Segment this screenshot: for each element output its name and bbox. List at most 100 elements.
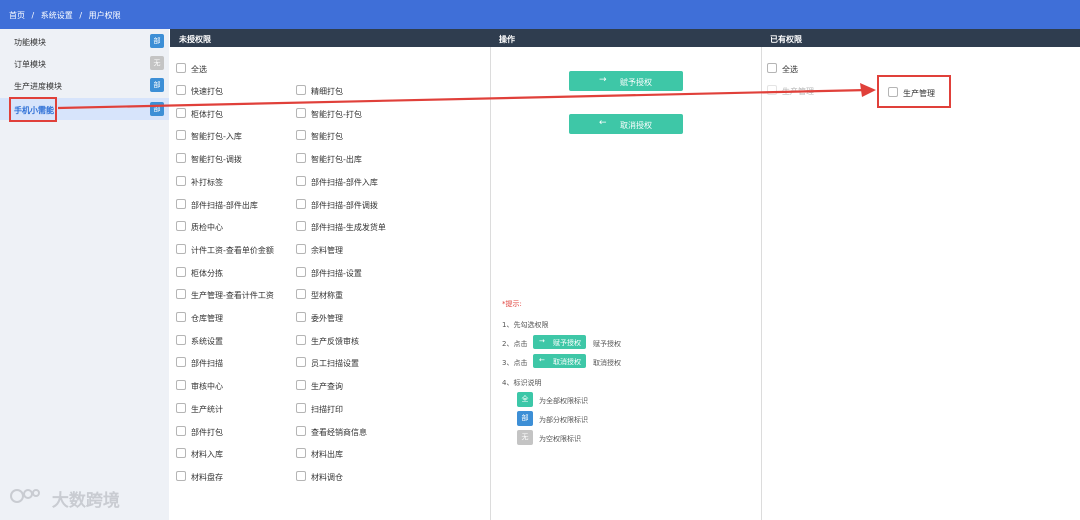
sidebar-item-production-progress-module[interactable]: 生产进度模块 部	[0, 74, 169, 96]
checkbox-label: 部件扫描-部件调拨	[311, 200, 378, 210]
checkbox-box[interactable]	[176, 175, 186, 186]
checkbox-label: 材料盘存	[191, 472, 223, 482]
checkbox-box[interactable]	[176, 266, 186, 277]
checkbox-box[interactable]	[296, 153, 306, 164]
checkbox-box[interactable]	[176, 130, 186, 141]
hint-step-1: 1、先勾选权限	[502, 321, 549, 329]
checkbox-label: 部件打包	[191, 427, 223, 437]
checkbox-box[interactable]	[296, 289, 306, 300]
legend-all-text: 为全部权限标识	[539, 397, 588, 405]
empty-permission-badge: 无	[150, 56, 164, 70]
arrow-right-icon: →	[599, 75, 607, 85]
checkbox-box[interactable]	[176, 243, 186, 254]
arrow-left-icon: ←	[599, 118, 607, 128]
top-bar: 首页 / 系统设置 / 用户权限	[0, 0, 1080, 29]
breadcrumb-user-permissions: 用户权限	[88, 11, 121, 20]
checkbox-box[interactable]	[296, 334, 306, 345]
checkbox-box[interactable]	[176, 312, 186, 322]
assigned-header: 已有权限	[761, 29, 1080, 47]
checkbox-label: 材料入库	[191, 450, 223, 460]
partial-permission-badge: 部	[150, 102, 164, 116]
checkbox-label: 智能打包-出库	[311, 155, 362, 165]
checkbox-label: 扫描打印	[311, 404, 343, 414]
hint-revoke-label: 取消授权	[553, 358, 581, 366]
checkbox-box[interactable]	[888, 87, 898, 97]
checkbox-box[interactable]	[176, 198, 186, 209]
hint-step-2-prefix: 2、点击	[502, 340, 528, 348]
watermark: 大数跨境	[8, 486, 120, 511]
checkbox-box[interactable]	[296, 85, 306, 95]
checkbox-label: 精细打包	[311, 87, 343, 96]
breadcrumb-system-settings[interactable]: 系统设置	[41, 11, 73, 20]
hint-step-2-suffix: 赋予授权	[593, 340, 621, 348]
sidebar-item-label: 订单模块	[14, 60, 46, 69]
sidebar-item-label: 生产进度模块	[14, 82, 62, 91]
checkbox-box[interactable]	[296, 107, 306, 118]
checkbox-box[interactable]	[176, 334, 186, 345]
checkbox-label: 系统设置	[191, 336, 223, 346]
hint-revoke-button: ← 取消授权	[533, 354, 586, 368]
checkbox-label: 部件扫描-部件入库	[311, 177, 378, 187]
checkbox-label: 员工扫描设置	[311, 359, 359, 369]
checkbox-box[interactable]	[296, 425, 306, 436]
checkbox-box[interactable]	[296, 221, 306, 232]
legend-partial-text: 为部分权限标识	[539, 416, 588, 424]
checkbox-box[interactable]	[767, 63, 777, 73]
checkbox-box[interactable]	[296, 266, 306, 277]
checkbox-box[interactable]	[176, 289, 186, 300]
hint-grant-label: 赋予授权	[553, 339, 581, 347]
sidebar-highlight-annotation	[9, 97, 57, 122]
sidebar-item-label: 功能模块	[14, 38, 46, 47]
checkbox-box[interactable]	[296, 312, 306, 322]
checkbox-label: 柜体分拣	[191, 268, 223, 278]
checkbox-label: 计件工资-查看单价金额	[191, 245, 274, 255]
grant-permission-button[interactable]: → 赋予授权	[569, 71, 683, 91]
checkbox-label: 生产管理	[903, 89, 935, 98]
checkbox-box[interactable]	[176, 470, 186, 481]
checkbox-box[interactable]	[296, 380, 306, 391]
checkbox-label: 审核中心	[191, 382, 223, 392]
checkbox-label: 生产管理-查看计件工资	[191, 291, 274, 301]
checkbox-box[interactable]	[296, 402, 306, 413]
checkbox-label: 智能打包	[311, 132, 343, 142]
checkbox-box[interactable]	[176, 380, 186, 391]
sidebar-item-function-module[interactable]: 功能模块 部	[0, 30, 169, 52]
checkbox-label: 查看经销商信息	[311, 427, 367, 437]
checkbox-box[interactable]	[176, 448, 186, 459]
hint-grant-button: → 赋予授权	[533, 335, 586, 349]
checkbox-box[interactable]	[296, 175, 306, 186]
empty-permission-badge: 无	[517, 430, 533, 445]
checkbox-box[interactable]	[176, 153, 186, 164]
checkbox-box[interactable]	[176, 357, 186, 368]
checkbox-box[interactable]	[176, 402, 186, 413]
hint-step-3-prefix: 3、点击	[502, 359, 528, 367]
sidebar-item-order-module[interactable]: 订单模块 无	[0, 52, 169, 74]
checkbox-label: 部件扫描-部件出库	[191, 200, 258, 210]
checkbox-label: 余料管理	[311, 245, 343, 255]
checkbox-label: 生产反馈审核	[311, 336, 359, 346]
revoke-permission-button[interactable]: ← 取消授权	[569, 114, 683, 134]
partial-permission-badge: 部	[517, 411, 533, 426]
checkbox-box[interactable]	[176, 425, 186, 436]
partial-permission-badge: 部	[150, 78, 164, 92]
unassigned-header-title: 未授权限	[179, 35, 211, 44]
checkbox-label: 材料出库	[311, 450, 343, 460]
breadcrumb-separator: /	[31, 11, 35, 20]
checkbox-box[interactable]	[176, 221, 186, 232]
checkbox-box[interactable]	[176, 63, 186, 73]
checkbox-box[interactable]	[296, 448, 306, 459]
checkbox-box[interactable]	[767, 85, 777, 95]
checkbox-box[interactable]	[176, 107, 186, 118]
checkbox-box[interactable]	[296, 130, 306, 141]
checkbox-box[interactable]	[176, 85, 186, 95]
assigned-header-title: 已有权限	[770, 35, 802, 44]
checkbox-box[interactable]	[296, 243, 306, 254]
checkbox-label: 仓库管理	[191, 314, 223, 323]
breadcrumb-home[interactable]: 首页	[9, 11, 25, 20]
checkbox-box[interactable]	[296, 357, 306, 368]
checkbox-label: 全选	[191, 65, 207, 74]
hint-title: *提示:	[502, 300, 522, 308]
checkbox-box[interactable]	[296, 198, 306, 209]
watermark-logo-icon	[8, 486, 46, 511]
checkbox-box[interactable]	[296, 470, 306, 481]
